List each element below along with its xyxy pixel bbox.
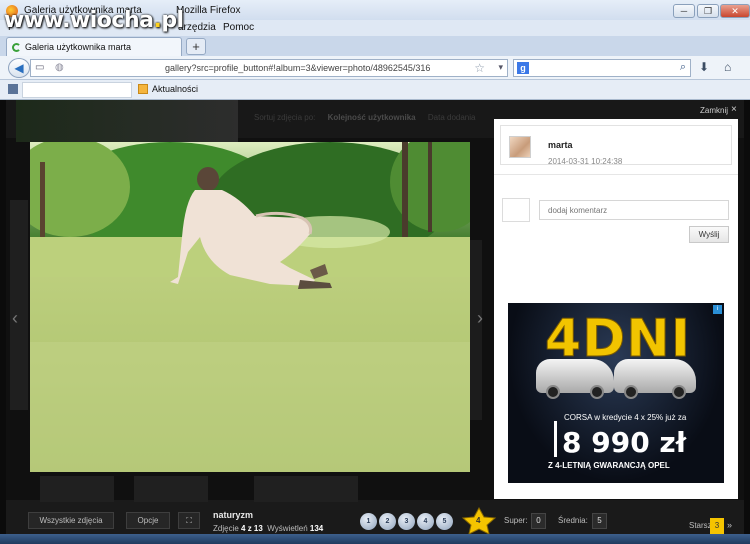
photo-position: 4 z 13 xyxy=(241,524,263,533)
photo-label: Zdjęcie xyxy=(213,524,239,533)
sort-option-user[interactable]: Kolejność użytkownika xyxy=(328,113,416,122)
menu-item-help[interactable]: Pomoc xyxy=(223,22,254,33)
maximize-button[interactable]: ❐ xyxy=(697,4,719,18)
sort-option-date[interactable]: Data dodania xyxy=(428,113,476,122)
next-photo-icon[interactable]: › xyxy=(477,308,483,329)
ad-subline: CORSA w kredycie 4 x 25% już za xyxy=(564,413,687,422)
download-icon[interactable]: ⬇ xyxy=(699,60,709,74)
bookmarks-bar: Aktualności xyxy=(0,80,750,100)
rate-3-button[interactable]: 3 xyxy=(398,513,415,530)
author-box: marta 2014-03-31 10:24:38 xyxy=(500,125,732,166)
older-arrow-icon[interactable]: » xyxy=(727,520,732,530)
rss-folder-icon xyxy=(138,84,148,94)
super-label: Super: xyxy=(504,516,528,525)
super-count: 0 xyxy=(531,513,546,529)
window-title-suffix: Mozilla Firefox xyxy=(176,5,241,16)
send-comment-button[interactable]: Wyślij xyxy=(689,226,729,243)
url-text: gallery?src=profile_button#!album=3&view… xyxy=(165,63,431,73)
rate-4-button[interactable]: 4 xyxy=(417,513,434,530)
older-count[interactable]: 3 xyxy=(710,518,724,534)
url-dropdown-icon[interactable]: ▾ xyxy=(498,62,503,73)
loading-icon xyxy=(12,43,21,52)
views-count: 134 xyxy=(309,524,324,533)
background-thumbnail xyxy=(16,100,238,142)
previous-photo-icon[interactable]: ‹ xyxy=(12,308,18,329)
author-avatar[interactable] xyxy=(509,136,531,158)
ad-price: 8 990 zł xyxy=(562,426,687,459)
comment-input[interactable]: dodaj komentarz xyxy=(539,200,729,220)
back-arrow-icon[interactable]: ◀ xyxy=(8,58,30,78)
average-value: 5 xyxy=(592,513,607,529)
rate-5-button[interactable]: 5 xyxy=(436,513,453,530)
google-icon[interactable]: g xyxy=(517,62,529,74)
sort-label: Sortuj zdjęcia po: xyxy=(254,113,316,122)
ad-info-icon[interactable]: i xyxy=(713,305,722,314)
photo-image xyxy=(30,142,470,472)
average-label: Średnia: xyxy=(558,516,588,525)
url-bar[interactable]: ▭ ◍ gallery?src=profile_button#!album=3&… xyxy=(30,59,508,77)
photo-counter: Zdjęcie 4 z 13 Wyświetleń 134 xyxy=(213,524,323,533)
author-name[interactable]: marta xyxy=(548,140,573,150)
background-panel-right xyxy=(470,240,482,420)
car-wheel xyxy=(624,385,638,399)
tab-bar: Galeria użytkownika marta + xyxy=(0,36,750,56)
car-wheel xyxy=(546,385,560,399)
background-thumbnail xyxy=(254,476,358,502)
new-tab-button[interactable]: + xyxy=(186,38,206,55)
fullscreen-icon[interactable]: ⛶ xyxy=(178,512,200,529)
gallery-photo[interactable] xyxy=(30,142,470,472)
car-wheel xyxy=(590,385,604,399)
car-wheel xyxy=(672,385,686,399)
album-title[interactable]: naturyzm xyxy=(213,510,253,520)
close-link[interactable]: Zamknij xyxy=(700,106,728,115)
os-taskbar xyxy=(0,534,750,544)
background-thumbnail xyxy=(40,476,114,502)
sort-line: Sortuj zdjęcia po: Kolejność użytkownika… xyxy=(254,113,475,122)
car-image xyxy=(536,359,614,399)
bookmark-blank[interactable] xyxy=(22,82,132,98)
close-icon[interactable]: × xyxy=(731,104,737,115)
all-photos-button[interactable]: Wszystkie zdjęcia xyxy=(28,512,114,529)
search-icon[interactable]: ⌕ xyxy=(680,61,686,74)
rate-1-button[interactable]: 1 xyxy=(360,513,377,530)
tab-title: Galeria użytkownika marta xyxy=(25,42,132,52)
tab-gallery[interactable]: Galeria użytkownika marta xyxy=(6,37,182,56)
advertisement[interactable]: i 4DNI CORSA w kredycie 4 x 25% już za 8… xyxy=(508,303,724,483)
bookmarks-icon[interactable] xyxy=(8,84,18,94)
options-button[interactable]: Opcje xyxy=(126,512,170,529)
rate-2-button[interactable]: 2 xyxy=(379,513,396,530)
ad-footer: Z 4-LETNIĄ GWARANCJĄ OPEL xyxy=(548,461,670,470)
comment-avatar xyxy=(502,198,530,222)
browser-window: Galeria użytkownika marta Mozilla Firefo… xyxy=(0,0,750,544)
home-icon[interactable]: ⌂ xyxy=(724,60,731,74)
background-panel-left xyxy=(10,200,28,410)
wiocha-watermark-logo: www.wiocha.pl xyxy=(4,8,184,33)
minimize-button[interactable]: ─ xyxy=(673,4,695,18)
search-bar[interactable]: g ⌕ xyxy=(513,59,691,77)
star-badge-value: 4 xyxy=(476,516,481,525)
author-date: 2014-03-31 10:24:38 xyxy=(548,157,623,166)
bookmark-aktualnosci[interactable]: Aktualności xyxy=(152,84,198,94)
ad-divider xyxy=(554,421,557,457)
background-thumbnail xyxy=(134,476,208,502)
site-identity-icon[interactable]: ▭ xyxy=(35,62,44,73)
globe-icon: ◍ xyxy=(55,62,64,73)
views-label: Wyświetleń xyxy=(267,524,308,533)
panel-divider xyxy=(494,174,738,175)
close-window-button[interactable]: ✕ xyxy=(720,4,750,18)
star-rating-badge[interactable]: 4 xyxy=(458,506,500,535)
car-image xyxy=(614,359,696,399)
bookmark-star-icon[interactable]: ☆ xyxy=(474,61,485,75)
